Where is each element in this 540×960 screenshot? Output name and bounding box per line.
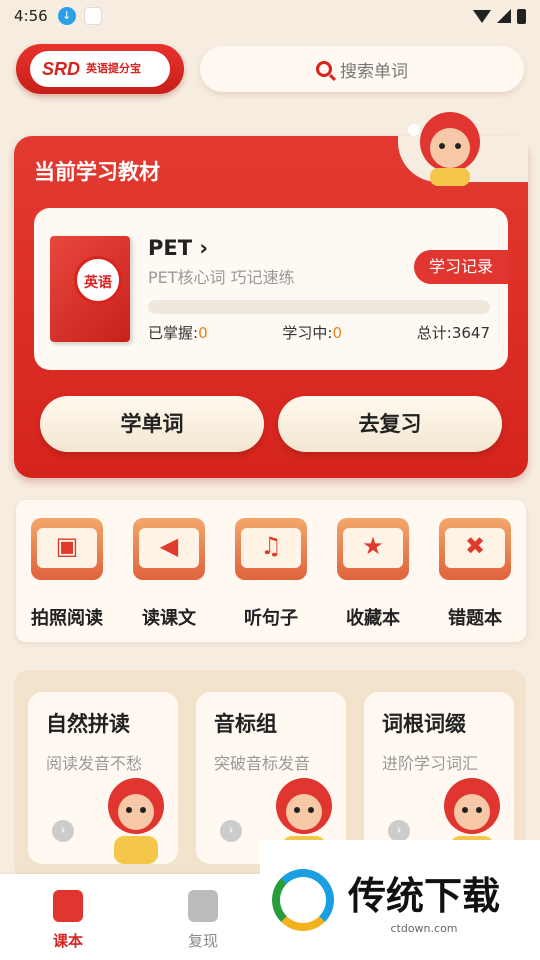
tab-label: 复现 — [187, 932, 218, 950]
card-title: 音标组 — [214, 712, 277, 736]
feature-label: 听句子 — [244, 608, 298, 629]
feature-label: 读课文 — [142, 608, 196, 629]
megaphone-icon: ◀ — [133, 518, 205, 580]
mascot-icon — [108, 778, 164, 864]
card-desc: 阅读发音不愁 — [46, 754, 143, 773]
watermark-logo-icon — [272, 869, 334, 931]
book-name-text: PET — [148, 236, 193, 260]
mastered-value: 0 — [198, 324, 208, 342]
watermark-title: 传统下载 — [348, 874, 501, 918]
learning-value: 0 — [332, 324, 342, 342]
tab-textbook[interactable]: 课本 — [28, 890, 108, 951]
search-placeholder: 搜索单词 — [340, 61, 408, 82]
wifi-icon — [473, 9, 491, 23]
card-desc: 进阶学习词汇 — [382, 754, 479, 773]
app-logo[interactable]: SRD 英语提分宝 — [16, 44, 184, 94]
book-cover-badge: 英语 — [74, 256, 122, 304]
logo-name: 英语提分宝 — [86, 62, 142, 75]
feature-label: 收藏本 — [346, 608, 400, 629]
book-cover[interactable]: 英语 — [50, 236, 130, 342]
phonetic-card[interactable]: 音标组 突破音标发音 › — [196, 692, 346, 864]
search-icon — [316, 61, 332, 77]
notebook-icon — [188, 890, 218, 922]
feature-read-text[interactable]: ◀ 读课文 — [124, 518, 214, 642]
feature-photo-read[interactable]: ▣ 拍照阅读 — [22, 518, 112, 642]
tab-review[interactable]: 复现 — [163, 890, 243, 951]
arrow-right-icon[interactable]: › — [220, 820, 242, 842]
star-icon: ★ — [337, 518, 409, 580]
camera-icon: ▣ — [31, 518, 103, 580]
search-bar[interactable]: 搜索单词 — [200, 46, 524, 92]
roots-affixes-card[interactable]: 词根词缀 进阶学习词汇 › — [364, 692, 514, 864]
feature-label: 拍照阅读 — [31, 608, 103, 629]
download-icon: ↓ — [57, 7, 76, 25]
feature-grid: ▣ 拍照阅读 ◀ 读课文 ♫ 听句子 ★ 收藏本 ✖ 错题本 — [16, 500, 526, 642]
feature-favorites[interactable]: ★ 收藏本 — [328, 518, 418, 642]
feature-mistakes[interactable]: ✖ 错题本 — [430, 518, 520, 642]
mascot-icon — [408, 112, 480, 186]
feature-label: 错题本 — [448, 608, 502, 629]
book-name[interactable]: PET › — [148, 236, 208, 260]
textbook-panel[interactable]: 英语 PET › PET核心词 巧记速练 学习记录 已掌握:0 学习中:0 总计… — [34, 208, 508, 370]
mastered-label: 已掌握: — [148, 324, 199, 342]
headphones-icon: ♫ — [235, 518, 307, 580]
section-title: 当前学习教材 — [34, 160, 160, 184]
watermark-overlay: 传统下载 ctdown.com — [260, 840, 540, 960]
review-button[interactable]: 去复习 — [278, 396, 502, 452]
battery-icon — [517, 8, 526, 24]
feature-listen[interactable]: ♫ 听句子 — [226, 518, 316, 642]
card-title: 自然拼读 — [46, 712, 130, 736]
phonics-card[interactable]: 自然拼读 阅读发音不愁 › — [28, 692, 178, 864]
signal-icon — [497, 9, 511, 23]
arrow-right-icon[interactable]: › — [388, 820, 410, 842]
tab-label: 课本 — [52, 932, 83, 950]
total-value: 3647 — [451, 324, 490, 342]
status-bar: 4:56 ↓ — [0, 0, 540, 32]
watermark-url: ctdown.com — [390, 922, 458, 935]
learning-label: 学习中: — [282, 324, 333, 342]
card-title: 词根词缀 — [382, 712, 466, 736]
card-desc: 突破音标发音 — [214, 754, 311, 773]
study-words-button[interactable]: 学单词 — [40, 396, 264, 452]
app-notification-icon — [83, 7, 102, 25]
logo-mark: SRD — [42, 58, 81, 79]
total-label: 总计: — [416, 324, 452, 342]
arrow-right-icon[interactable]: › — [52, 820, 74, 842]
study-stats: 已掌握:0 学习中:0 总计:3647 — [148, 322, 490, 343]
book-icon — [53, 890, 83, 922]
book-description: PET核心词 巧记速练 — [148, 268, 295, 287]
status-time: 4:56 — [14, 7, 48, 25]
x-mark-icon: ✖ — [439, 518, 511, 580]
study-record-button[interactable]: 学习记录 — [414, 250, 508, 284]
progress-bar — [148, 300, 490, 314]
